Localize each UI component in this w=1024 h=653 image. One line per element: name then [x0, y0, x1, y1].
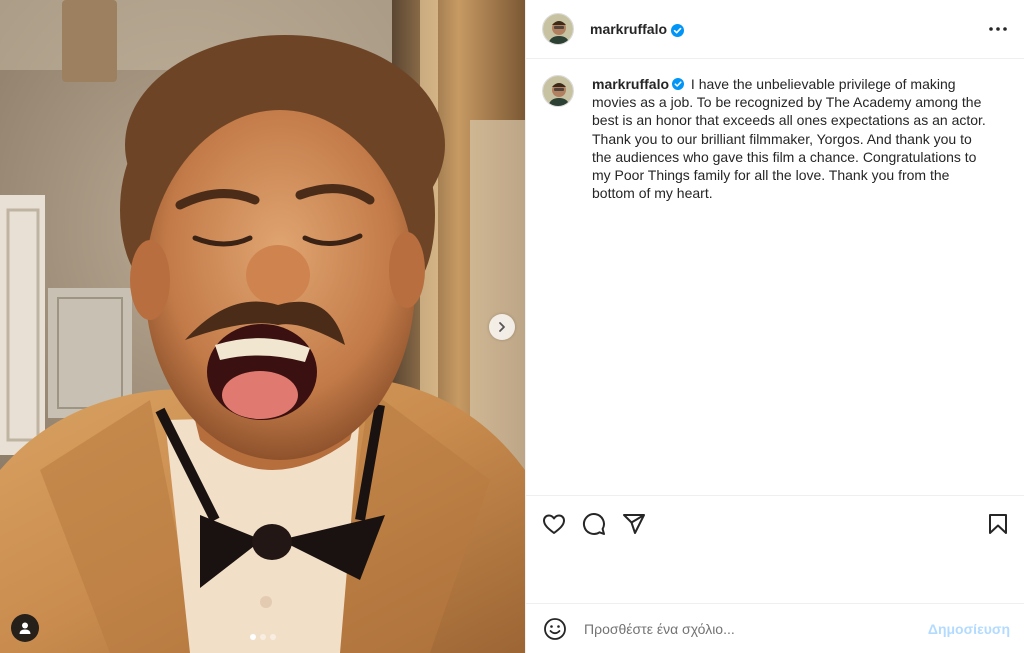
carousel-indicator [0, 634, 525, 640]
emoji-icon [544, 617, 566, 640]
avatar-image [543, 76, 573, 106]
avatar[interactable] [542, 13, 574, 45]
post-comment-button[interactable]: Δημοσίευση [928, 621, 1010, 637]
verified-badge-icon [671, 23, 685, 37]
tagged-users-button[interactable] [11, 614, 39, 642]
caption-username[interactable]: markruffalo [592, 76, 669, 92]
instagram-post-dialog: markruffalo markruffalo I have the unbel… [0, 0, 1024, 653]
share-button[interactable] [620, 510, 648, 538]
like-button[interactable] [540, 510, 568, 538]
caption-row: markruffalo I have the unbelievable priv… [542, 75, 1008, 202]
avatar-image [543, 14, 573, 44]
post-header: markruffalo [526, 0, 1024, 59]
more-options-icon [989, 27, 1007, 31]
post-photo [0, 0, 525, 653]
heart-icon [543, 514, 565, 534]
comment-icon [583, 512, 605, 535]
more-options-button[interactable] [986, 17, 1010, 41]
post-caption: markruffalo I have the unbelievable priv… [592, 75, 992, 202]
post-sidebar: markruffalo markruffalo I have the unbel… [525, 0, 1024, 653]
next-slide-button[interactable] [489, 314, 515, 340]
carousel-dot [259, 634, 266, 640]
caption-text: I have the unbelievable privilege of mak… [592, 76, 986, 202]
post-author-username[interactable]: markruffalo [590, 21, 685, 37]
carousel-dot [269, 634, 276, 640]
emoji-button[interactable] [542, 616, 568, 642]
avatar[interactable] [542, 75, 574, 107]
comments-area[interactable]: markruffalo I have the unbelievable priv… [526, 59, 1024, 495]
bookmark-icon [989, 513, 1007, 534]
comment-button[interactable] [580, 510, 608, 538]
save-button[interactable] [984, 510, 1012, 538]
verified-badge-icon [672, 78, 685, 91]
share-icon [623, 513, 645, 534]
post-media[interactable] [0, 0, 525, 653]
add-comment-bar: Δημοσίευση [526, 603, 1024, 653]
chevron-right-icon [499, 322, 505, 332]
action-bar [526, 495, 1024, 551]
user-tag-icon [19, 622, 31, 634]
carousel-dot [249, 634, 256, 640]
likes-area [526, 551, 1024, 603]
comment-input[interactable] [582, 619, 928, 638]
username-text[interactable]: markruffalo [590, 21, 667, 37]
